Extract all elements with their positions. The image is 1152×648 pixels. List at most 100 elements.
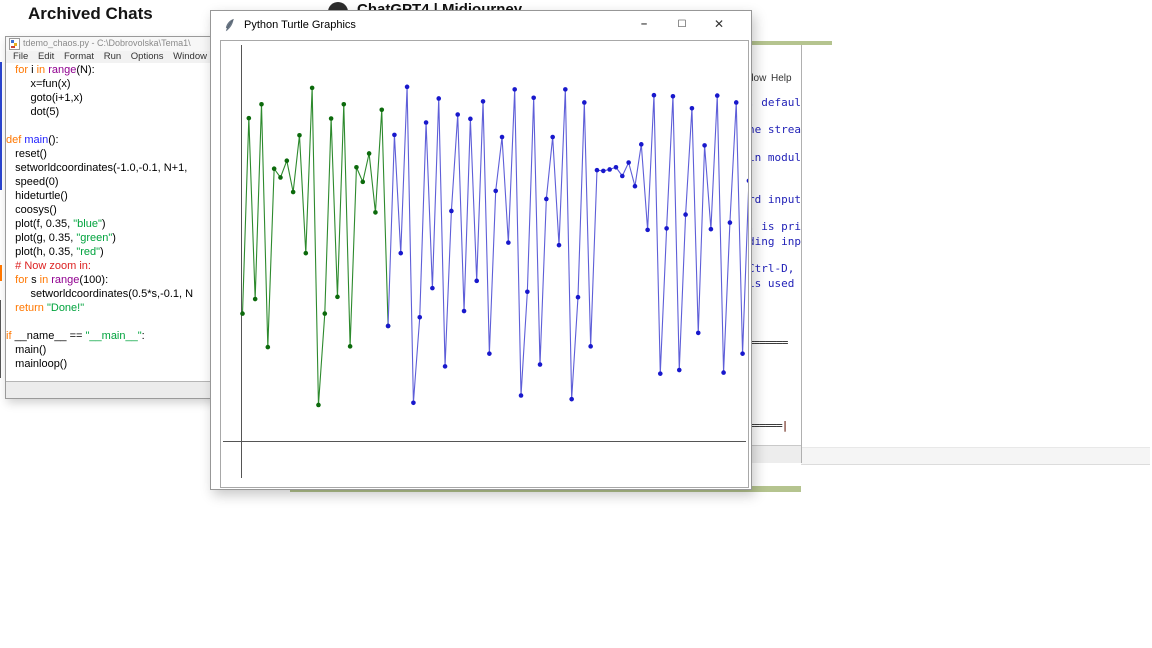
turtle-graphics-window: Python Turtle Graphics – ☐ ✕ (210, 10, 752, 490)
green-series-dot (367, 151, 372, 156)
shell-separator: ======= (748, 336, 787, 349)
blue-series-dot (493, 189, 498, 194)
maximize-button[interactable]: ☐ (666, 11, 698, 38)
menu-item-run[interactable]: Run (104, 51, 121, 62)
left-edge-artifact (0, 62, 2, 190)
blue-series-dot (430, 286, 435, 291)
blue-series-dot (601, 169, 606, 174)
chaos-plot (221, 41, 748, 487)
green-series-dot (379, 107, 384, 112)
blue-series-dot (525, 289, 530, 294)
blue-series-dot (633, 184, 638, 189)
blue-series-dot (531, 95, 536, 100)
blue-series-dot (639, 142, 644, 147)
blue-series-dot (747, 178, 748, 183)
minimize-button[interactable]: – (628, 11, 660, 38)
background-tab-title: ChatGPT4 | Midjourney (357, 1, 522, 10)
green-series-dot (360, 180, 365, 185)
blue-series-dot (740, 351, 745, 356)
shell-status-bar (746, 445, 801, 463)
blue-series-dot (506, 240, 511, 245)
left-edge-artifact (0, 265, 2, 281)
blue-series-dot (386, 324, 391, 329)
shell-output-line: ding input (748, 235, 802, 248)
menu-item-options[interactable]: Options (131, 51, 164, 62)
blue-series-dot (557, 243, 562, 248)
shell-output-line: Ctrl-D, W (748, 262, 802, 275)
blue-series-dot (734, 100, 739, 105)
green-series-dot (297, 133, 302, 138)
blue-series-dot (683, 212, 688, 217)
shell-output-line: ; defaults (748, 96, 802, 109)
blue-series-dot (702, 143, 707, 148)
green-series-dot (310, 86, 315, 91)
green-series-dot (278, 175, 283, 180)
menu-item-window[interactable]: Window (173, 51, 207, 62)
blue-series-dot (696, 331, 701, 336)
blue-series-dot (671, 94, 676, 99)
shell-menu-help[interactable]: Help (771, 73, 792, 84)
left-edge-artifact (0, 300, 1, 378)
chatgpt-logo-icon (328, 2, 348, 10)
blue-series-dot (721, 370, 726, 375)
menu-item-edit[interactable]: Edit (38, 51, 54, 62)
blue-series-dot (411, 400, 416, 405)
green-series-dot (304, 251, 309, 256)
blue-series-dot (569, 397, 574, 402)
blue-series-dot (474, 279, 479, 284)
blue-series-dot (728, 220, 733, 225)
blue-series-dot (398, 251, 403, 256)
blue-series-dot (500, 135, 505, 140)
tk-feather-icon (222, 18, 236, 32)
green-series-dot (348, 344, 353, 349)
blue-series-dot (449, 209, 454, 214)
blue-series-dot (614, 165, 619, 170)
shell-output-line: he stream (748, 123, 802, 136)
menu-item-file[interactable]: File (13, 51, 28, 62)
green-series-dot (240, 311, 245, 316)
shell-output-line: is used if (748, 277, 802, 290)
green-series-dot (291, 190, 296, 195)
blue-series-dot (481, 99, 486, 104)
shell-output-line: , is printe (748, 220, 802, 233)
green-series-dot (341, 102, 346, 107)
blue-series-dot (405, 85, 410, 90)
green-series-dot (285, 158, 290, 163)
blue-series-dot (595, 168, 600, 173)
blue-series-dot (392, 133, 397, 138)
close-button[interactable]: ✕ (703, 11, 735, 38)
blue-series-dot (658, 371, 663, 376)
blue-series-dot (455, 112, 460, 117)
shell-separator: ======| (748, 419, 787, 432)
blue-series-dot (582, 100, 587, 105)
shell-cursor: | (782, 419, 788, 432)
blue-series-dot (443, 364, 448, 369)
shell-window: dow Help ; defaults he stream in modul r… (746, 45, 802, 463)
blue-series-dot (462, 309, 467, 314)
blue-series-dot (436, 96, 441, 101)
turtle-title-bar[interactable]: Python Turtle Graphics – ☐ ✕ (211, 11, 751, 39)
blue-series-dot (550, 135, 555, 140)
green-series-dot (329, 116, 334, 121)
green-series-dot (335, 295, 340, 300)
blue-series-dot (487, 351, 492, 356)
green-series-dot (373, 210, 378, 215)
blue-series-dot (620, 174, 625, 179)
background-browser-heading: ChatGPT4 | Midjourney (323, 0, 593, 10)
green-series-line (243, 88, 389, 405)
shell-output-line: rd input. (748, 193, 802, 206)
blue-series-dot (709, 227, 714, 232)
blue-series-dot (607, 167, 612, 172)
blue-series-dot (677, 368, 682, 373)
green-series-dot (322, 311, 327, 316)
blue-series-dot (563, 87, 568, 92)
green-series-dot (354, 165, 359, 170)
blue-series-dot (576, 295, 581, 300)
archived-chats-heading: Archived Chats (28, 4, 153, 24)
menu-item-format[interactable]: Format (64, 51, 94, 62)
green-series-dot (247, 116, 252, 121)
blue-series-dot (424, 120, 429, 125)
blue-series-dot (544, 197, 549, 202)
idle-file-icon (9, 38, 20, 50)
blue-series-dot (652, 93, 657, 98)
